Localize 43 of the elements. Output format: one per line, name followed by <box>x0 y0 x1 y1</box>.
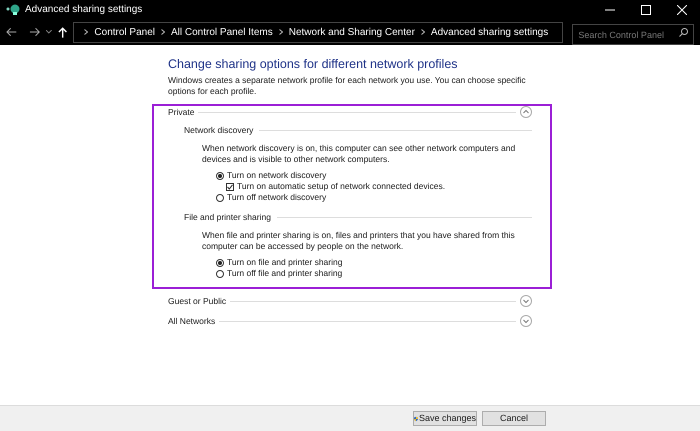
breadcrumb-link[interactable]: Network and Sharing Center <box>288 24 415 40</box>
close-icon[interactable] <box>677 4 687 14</box>
forward-arrow-icon[interactable] <box>29 27 40 37</box>
page-description: Windows creates a separate network profile for each network you use. You can choose specific options for each profile. <box>168 75 527 97</box>
section-header: Network discovery <box>184 124 254 136</box>
chevron-icon <box>420 29 425 35</box>
search-field[interactable]: Search Control Panel <box>572 24 694 45</box>
profile-header[interactable]: All Networks <box>168 314 216 328</box>
option-label[interactable]: Turn off network discovery <box>227 191 326 204</box>
chevron-icon <box>278 29 283 35</box>
back-arrow-icon[interactable] <box>6 27 18 37</box>
collapse-icon[interactable] <box>520 106 532 118</box>
option-label[interactable]: Turn on file and printer sharing <box>227 256 342 269</box>
radio-button[interactable] <box>216 258 224 266</box>
radio-button[interactable] <box>216 194 224 202</box>
search-icon <box>679 28 688 36</box>
network-icon <box>6 4 20 15</box>
maximize-icon[interactable] <box>641 4 651 14</box>
up-arrow-icon[interactable] <box>58 26 68 38</box>
cancel-button[interactable]: Cancel <box>482 411 546 426</box>
breadcrumb-link[interactable]: Control Panel <box>94 24 155 40</box>
profile-header[interactable]: Private <box>168 106 194 118</box>
address-bar[interactable]: Control Panel All Control Panel Items Network and Sharing Center Advanced sharing settings <box>73 22 564 42</box>
section-description: When file and printer sharing is on, files and printers that you have shared from this computer can be accessed by people on the network. <box>201 230 516 252</box>
expand-icon[interactable] <box>520 315 532 327</box>
section-header: File and printer sharing <box>184 210 271 224</box>
breadcrumb-link[interactable]: Advanced sharing settings <box>430 24 548 40</box>
save-changes-button[interactable]: Save changes <box>413 411 477 426</box>
breadcrumb-link[interactable]: All Control Panel Items <box>171 24 273 40</box>
checkbox[interactable] <box>226 182 234 190</box>
chevron-icon <box>161 29 165 35</box>
dropdown-caret-icon[interactable] <box>46 30 52 34</box>
window-title: Advanced sharing settings <box>25 3 142 17</box>
profile-header[interactable]: Guest or Public <box>168 294 226 308</box>
option-label[interactable]: Turn on network discovery <box>227 169 326 182</box>
chevron-icon <box>84 29 88 35</box>
section-description: When network discovery is on, this computer can see other network computers and devices and is visible to other network computers. <box>201 143 516 165</box>
radio-button[interactable] <box>216 172 224 180</box>
expand-icon[interactable] <box>520 295 532 307</box>
option-label[interactable]: Turn off file and printer sharing <box>227 267 342 280</box>
page-heading: Change sharing options for different network profiles <box>168 57 459 72</box>
radio-button[interactable] <box>216 270 224 278</box>
checkbox-label[interactable]: Turn on automatic setup of network connected devices. <box>237 180 446 193</box>
